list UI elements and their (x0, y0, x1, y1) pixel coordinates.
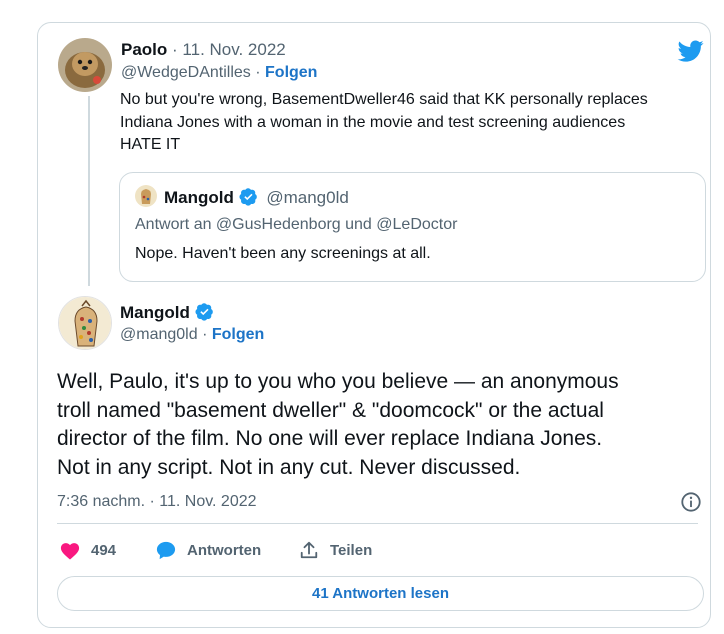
tweet-text-line: HATE IT (120, 136, 181, 153)
reply-bubble-icon (156, 541, 176, 560)
tweet-text-line: Well, Paulo, it's up to you who you beli… (57, 370, 619, 393)
tweet-text-line: Not in any script. Not in any cut. Never… (57, 455, 521, 479)
tweet-date[interactable]: · 11. Nov. 2022 (172, 40, 286, 59)
thread-line (88, 96, 90, 286)
main-header: Mangold (120, 302, 214, 323)
avatar[interactable] (58, 296, 112, 350)
heart-icon (60, 543, 80, 560)
quoted-text: Nope. Haven't been any screenings at all… (135, 245, 431, 262)
follow-link[interactable]: Folgen (265, 64, 317, 81)
reply-button[interactable]: Antworten (155, 540, 261, 560)
author-name[interactable]: Paolo (121, 40, 167, 59)
twitter-bird-icon[interactable] (676, 38, 706, 64)
verified-icon (195, 303, 213, 321)
tweet-text-line: Indiana Jones with a woman in the movie … (120, 113, 626, 131)
avatar[interactable] (58, 38, 112, 92)
verified-icon (239, 188, 257, 206)
reply-handle-row: @WedgeDAntilles · Folgen (121, 64, 317, 82)
reply-to-label: Antwort an @GusHedenborg und @LeDoctor (135, 216, 458, 233)
tweet-text-line: No but you're wrong, BasementDweller46 s… (120, 91, 648, 108)
author-handle[interactable]: @mang0ld · (120, 326, 207, 343)
avatar (135, 185, 157, 207)
follow-link[interactable]: Folgen (212, 326, 264, 343)
share-label: Teilen (330, 541, 373, 559)
share-icon (300, 541, 318, 559)
main-handle-row: @mang0ld · Folgen (120, 326, 264, 344)
tweet-text-line: troll named "basement dweller" & "doomco… (57, 398, 604, 422)
author-handle[interactable]: @WedgeDAntilles · (121, 64, 261, 81)
author-name[interactable]: Mangold (120, 303, 190, 322)
read-replies-button[interactable]: 41 Antworten lesen (57, 576, 704, 611)
like-button[interactable]: 494 (59, 540, 116, 560)
reply-label: Antworten (187, 541, 262, 559)
quoted-header: Mangold @mang0ld (164, 187, 349, 208)
info-icon[interactable] (680, 491, 702, 513)
author-handle: @mang0ld (266, 188, 349, 207)
like-count: 494 (91, 541, 117, 559)
tweet-timestamp[interactable]: 7:36 nachm. · 11. Nov. 2022 (57, 493, 257, 511)
share-button[interactable]: Teilen (298, 540, 372, 560)
reply-header: Paolo · 11. Nov. 2022 (121, 40, 286, 60)
divider (57, 523, 698, 524)
main-tweet-text: Well, Paulo, it's up to you who you beli… (57, 368, 619, 482)
author-name: Mangold (164, 188, 234, 207)
reply-text: No but you're wrong, BasementDweller46 s… (120, 89, 648, 157)
tweet-text-line: director of the film. No one will ever r… (57, 427, 603, 450)
